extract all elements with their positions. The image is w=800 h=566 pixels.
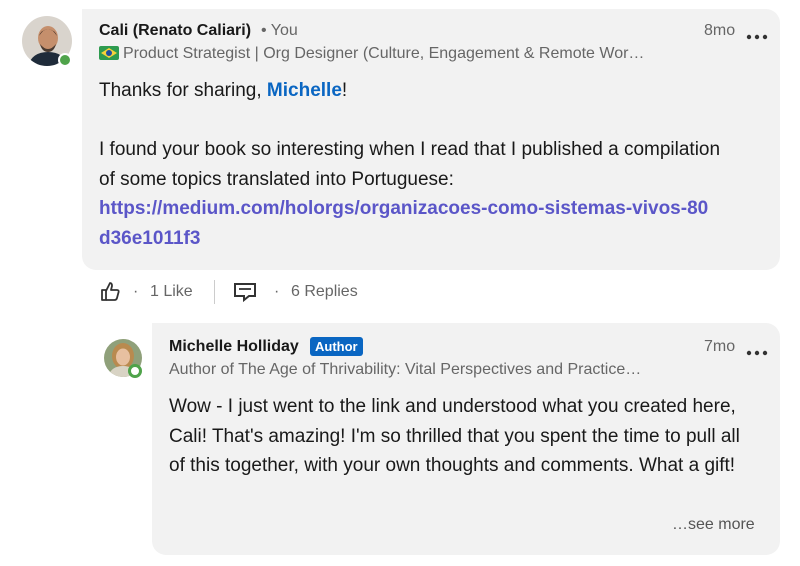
reply-count[interactable]: 6 Replies (291, 283, 358, 301)
ellipsis-icon[interactable] (746, 29, 768, 40)
author-badge: Author (310, 337, 363, 356)
ellipsis-icon[interactable] (746, 345, 768, 356)
brazil-flag-icon (99, 46, 119, 60)
avatar-cali[interactable] (22, 16, 72, 67)
avatar-michelle[interactable] (104, 339, 142, 378)
greeting-line: Thanks for sharing, Michelle! (99, 76, 739, 106)
reply-author-name[interactable]: Michelle Holliday (169, 338, 299, 356)
thumbs-up-icon[interactable] (99, 280, 121, 307)
comment-bubble: Cali (Renato Caliari) • You 8mo Product … (82, 9, 780, 270)
greeting-text: Thanks for sharing, (99, 80, 267, 101)
author-headline: Product Strategist | Org Designer (Cultu… (99, 45, 644, 63)
like-count[interactable]: 1 Like (150, 283, 193, 301)
comment-icon[interactable] (233, 281, 257, 308)
you-label: • You (261, 22, 298, 39)
reply-timestamp: 7mo (704, 338, 736, 355)
comment-body: Thanks for sharing, Michelle! I found yo… (99, 76, 739, 253)
action-divider (214, 280, 215, 304)
online-status-indicator (58, 53, 72, 67)
mention-link[interactable]: Michelle (267, 80, 342, 101)
comment-author-name[interactable]: Cali (Renato Caliari) (99, 22, 251, 40)
author-headline: Author of The Age of Thrivability: Vital… (169, 361, 642, 378)
reply-body: Wow - I just went to the link and unders… (169, 396, 740, 476)
reply-dot: · (274, 283, 280, 300)
comment-timestamp: 8mo (704, 22, 736, 39)
headline-text: Product Strategist | Org Designer (Cultu… (123, 45, 645, 62)
reply-bubble: Michelle Holliday Author 7mo Author of T… (152, 323, 780, 555)
see-more-button[interactable]: …see more (672, 516, 755, 534)
medium-article-link[interactable]: https://medium.com/holorgs/organizacoes-… (99, 194, 719, 253)
online-status-indicator (128, 364, 142, 378)
greeting-suffix: ! (341, 80, 348, 101)
like-dot: · (133, 283, 139, 300)
comment-paragraph: I found your book so interesting when I … (99, 139, 721, 190)
